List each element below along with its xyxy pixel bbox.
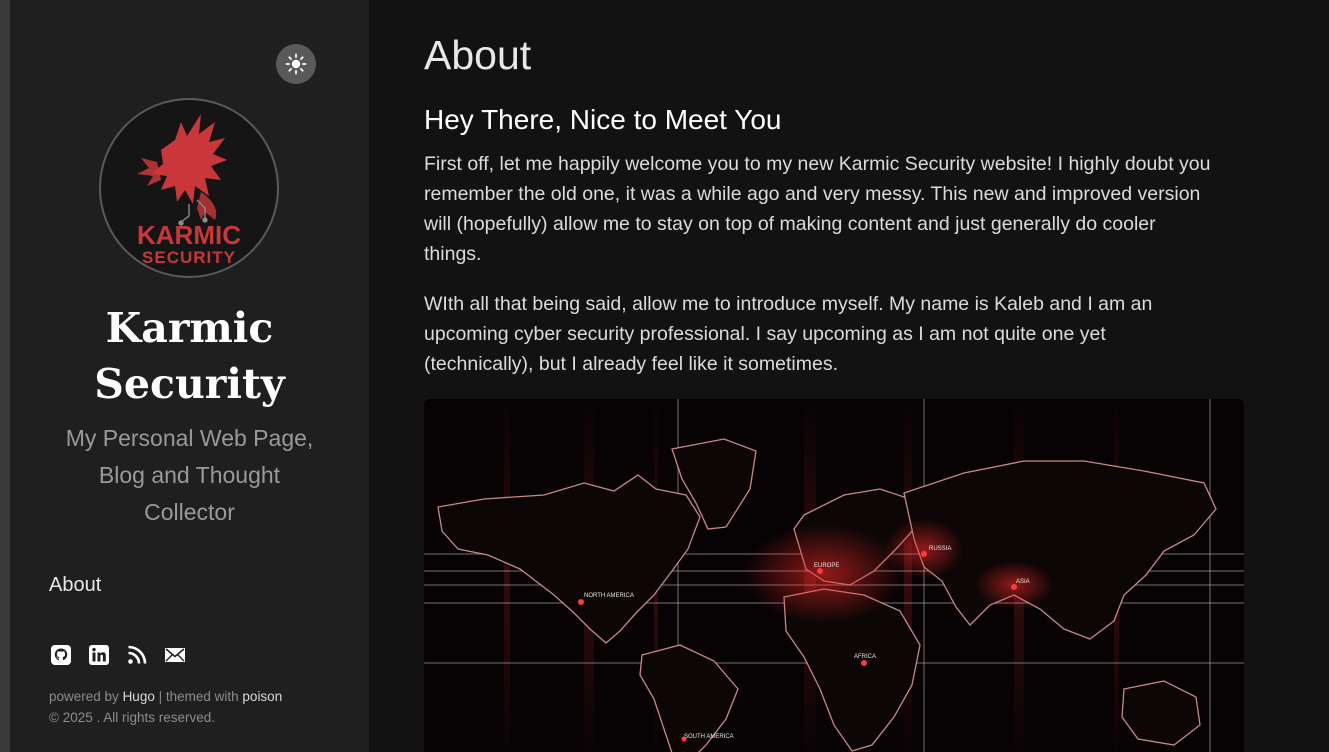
page: KARMIC SECURITY Karmic Security My Perso… — [0, 0, 1329, 752]
window-edge — [0, 0, 10, 752]
site-title-line: Security — [94, 360, 285, 408]
map-label-europe: EUROPE — [814, 563, 839, 569]
dragon-logo-icon: KARMIC SECURITY — [137, 114, 241, 267]
paragraph-line: things. — [424, 243, 482, 265]
map-label-russia: RUSSIA — [929, 546, 951, 552]
map-label-north-america: NORTH AMERICA — [584, 593, 634, 599]
tagline-line: Blog and Thought — [98, 462, 281, 488]
sidebar-footer: powered by Hugo | themed with poison © 2… — [49, 686, 282, 728]
social-links — [49, 643, 187, 667]
footer-credits: powered by Hugo | themed with poison — [49, 686, 282, 707]
sun-icon — [285, 53, 307, 75]
svg-text:SECURITY: SECURITY — [142, 248, 236, 267]
linkedin-icon[interactable] — [87, 643, 111, 667]
paragraph-line: First off, let me happily welcome you to… — [424, 153, 1211, 175]
intro-paragraph: First off, let me happily welcome you to… — [424, 149, 1254, 269]
world-map-graphic: NORTH AMERICA EUROPE RUSSIA ASIA AFRICA … — [424, 399, 1244, 752]
nav-item-about[interactable]: About — [49, 574, 101, 596]
paragraph-line: (technically), but I already feel like i… — [424, 353, 838, 375]
map-label-south-america: SOUTH AMERICA — [684, 734, 734, 740]
paragraph-line: will (hopefully) allow me to stay on top… — [424, 213, 1156, 235]
paragraph-line: WIth all that being said, allow me to in… — [424, 293, 1153, 315]
site-title[interactable]: Karmic Security — [10, 300, 369, 412]
map-label-africa: AFRICA — [854, 654, 876, 660]
world-map-image: NORTH AMERICA EUROPE RUSSIA ASIA AFRICA … — [424, 399, 1244, 752]
map-label-asia: ASIA — [1016, 579, 1030, 585]
poison-link[interactable]: poison — [242, 689, 282, 704]
footer-copyright: © 2025 . All rights reserved. — [49, 710, 216, 725]
introduction-paragraph: WIth all that being said, allow me to in… — [424, 289, 1254, 379]
svg-text:KARMIC: KARMIC — [137, 220, 241, 250]
site-logo[interactable]: KARMIC SECURITY — [99, 98, 279, 278]
page-title: About — [424, 32, 532, 78]
footer-powered-by: powered by — [49, 689, 119, 704]
site-title-line: Karmic — [105, 304, 274, 352]
tagline-line: Collector — [144, 499, 235, 525]
github-icon[interactable] — [49, 643, 73, 667]
email-icon[interactable] — [163, 643, 187, 667]
section-heading: Hey There, Nice to Meet You — [424, 104, 782, 135]
footer-themed-with: | themed with — [158, 689, 239, 704]
sidebar-nav: About — [49, 574, 101, 597]
tagline-line: My Personal Web Page, — [65, 425, 314, 451]
site-tagline: My Personal Web Page, Blog and Thought C… — [40, 420, 339, 531]
paragraph-line: upcoming cyber security professional. I … — [424, 323, 1106, 345]
paragraph-line: remember the old one, it was a while ago… — [424, 183, 1201, 205]
hugo-link[interactable]: Hugo — [123, 689, 155, 704]
sidebar: KARMIC SECURITY Karmic Security My Perso… — [10, 0, 369, 752]
rss-icon[interactable] — [125, 643, 149, 667]
theme-toggle-button[interactable] — [276, 44, 316, 84]
